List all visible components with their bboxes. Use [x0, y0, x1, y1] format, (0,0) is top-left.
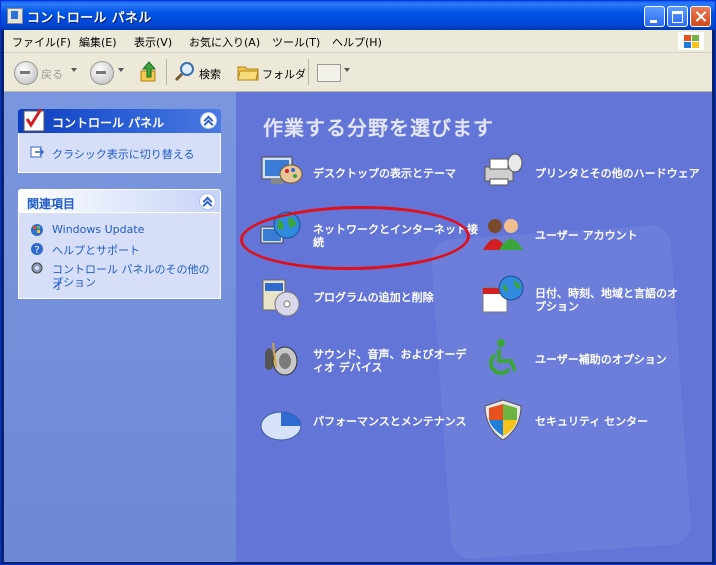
- desktop-theme-icon[interactable]: [259, 149, 303, 193]
- menu-help[interactable]: ヘルプ(H): [332, 34, 382, 50]
- toolbar: 戻る 検索 フォルダ: [4, 53, 712, 92]
- gear-icon: [31, 262, 43, 274]
- window-title: コントロール パネル: [27, 11, 152, 26]
- control-panel-window: コントロール パネル ファイル(F) 編集(E) 表示(V) お気に入り(A) …: [0, 0, 716, 565]
- category-label: サウンド、音声、およびオーデ: [313, 348, 467, 361]
- toolbar-separator: [166, 59, 167, 85]
- category-label: セキュリティ センター: [535, 415, 649, 428]
- category-security-center[interactable]: セキュリティ センター: [535, 415, 648, 428]
- menu-bar: ファイル(F) 編集(E) 表示(V) お気に入り(A) ツール(T) ヘルプ(…: [4, 30, 712, 53]
- folders-button[interactable]: フォルダ: [262, 66, 306, 82]
- windows-update-icon: [31, 224, 43, 236]
- category-label-line2: プション: [535, 300, 579, 313]
- collapse-chevron-icon[interactable]: [200, 112, 217, 129]
- category-desktop-appearance[interactable]: デスクトップの表示とテーマ: [313, 167, 456, 180]
- page-heading: 作業する分野を選びます: [263, 116, 494, 140]
- related-section-title: 関連項目: [27, 197, 76, 211]
- category-label: プログラムの追加と削除: [313, 291, 434, 304]
- add-remove-programs-icon[interactable]: [259, 276, 303, 320]
- category-label: プリンタとその他のハードウェア: [535, 167, 700, 180]
- user-accounts-icon[interactable]: [481, 212, 525, 256]
- category-label: デスクトップの表示とテーマ: [313, 167, 456, 180]
- sidebar: コントロール パネル クラシック表示に切り替える 関連項目 Windows Up…: [4, 92, 236, 562]
- toolbar-separator: [308, 59, 309, 85]
- up-folder-icon[interactable]: [139, 61, 159, 83]
- main-content: 作業する分野を選びます デスクトップの表示とテーマ ネットワークとインターネット…: [236, 92, 712, 562]
- related-section-header[interactable]: 関連項目: [18, 189, 221, 213]
- date-time-region-icon[interactable]: [481, 274, 525, 318]
- control-panel-section-header[interactable]: コントロール パネル: [18, 108, 221, 133]
- performance-gauge-icon[interactable]: [259, 400, 303, 444]
- forward-arrow-icon[interactable]: [90, 61, 114, 85]
- category-label-line2: ィオ デバイス: [313, 361, 383, 374]
- folders-icon[interactable]: [237, 63, 259, 81]
- back-button[interactable]: 戻る: [41, 66, 63, 82]
- category-sound-audio[interactable]: サウンド、音声、およびオーデ ィオ デバイス: [313, 348, 467, 374]
- minimize-button[interactable]: [644, 6, 665, 27]
- search-button[interactable]: 検索: [199, 66, 221, 82]
- category-user-accounts[interactable]: ユーザー アカウント: [535, 229, 638, 242]
- category-label: ユーザー アカウント: [535, 229, 638, 242]
- category-performance-maintenance[interactable]: パフォーマンスとメンテナンス: [313, 415, 467, 428]
- menu-file[interactable]: ファイル(F): [12, 34, 71, 50]
- control-panel-icon: [7, 8, 23, 24]
- control-panel-icon: [23, 108, 45, 132]
- help-and-support-link[interactable]: ヘルプとサポート: [52, 242, 140, 258]
- category-add-remove-programs[interactable]: プログラムの追加と削除: [313, 291, 434, 304]
- switch-view-icon: [30, 146, 44, 158]
- printer-hardware-icon[interactable]: [481, 149, 525, 193]
- control-panel-section-body: クラシック表示に切り替える: [18, 133, 221, 173]
- svg-text:?: ?: [34, 245, 39, 256]
- collapse-chevron-icon[interactable]: [199, 193, 216, 210]
- views-dropdown-icon[interactable]: [344, 68, 350, 72]
- category-label: 日付、時刻、地域と言語のオ: [535, 287, 678, 300]
- search-icon[interactable]: [174, 61, 196, 83]
- related-section-body: Windows Update ? ヘルプとサポート コントロール パネルのその他…: [18, 213, 221, 299]
- control-panel-section-title: コントロール パネル: [52, 116, 165, 130]
- category-date-time-region[interactable]: 日付、時刻、地域と言語のオ プション: [535, 287, 678, 313]
- back-dropdown-icon[interactable]: [71, 68, 77, 72]
- other-control-panel-options-link-line2[interactable]: プション: [52, 274, 96, 290]
- forward-dropdown-icon[interactable]: [118, 68, 124, 72]
- back-arrow-icon[interactable]: [14, 61, 38, 85]
- switch-to-classic-view-link[interactable]: クラシック表示に切り替える: [52, 146, 194, 162]
- category-accessibility[interactable]: ユーザー補助のオプション: [535, 353, 667, 366]
- security-shield-icon[interactable]: [481, 398, 525, 442]
- title-bar[interactable]: コントロール パネル: [1, 1, 715, 30]
- views-icon[interactable]: [317, 64, 341, 82]
- maximize-button[interactable]: [667, 6, 688, 27]
- menu-favorites[interactable]: お気に入り(A): [189, 34, 260, 50]
- sound-speaker-icon[interactable]: [259, 337, 303, 381]
- menu-edit[interactable]: 編集(E): [79, 34, 117, 50]
- windows-logo-icon: [678, 32, 704, 50]
- watermark-graphic: [430, 224, 692, 560]
- category-label: パフォーマンスとメンテナンス: [313, 415, 467, 428]
- category-printers-hardware[interactable]: プリンタとその他のハードウェア: [535, 167, 700, 180]
- menu-tools[interactable]: ツール(T): [272, 34, 320, 50]
- category-label: ユーザー補助のオプション: [535, 353, 667, 366]
- menu-view[interactable]: 表示(V): [134, 34, 172, 50]
- close-button[interactable]: [690, 6, 711, 27]
- accessibility-icon[interactable]: [481, 337, 525, 381]
- windows-update-link[interactable]: Windows Update: [52, 223, 144, 236]
- help-icon: ?: [31, 243, 43, 256]
